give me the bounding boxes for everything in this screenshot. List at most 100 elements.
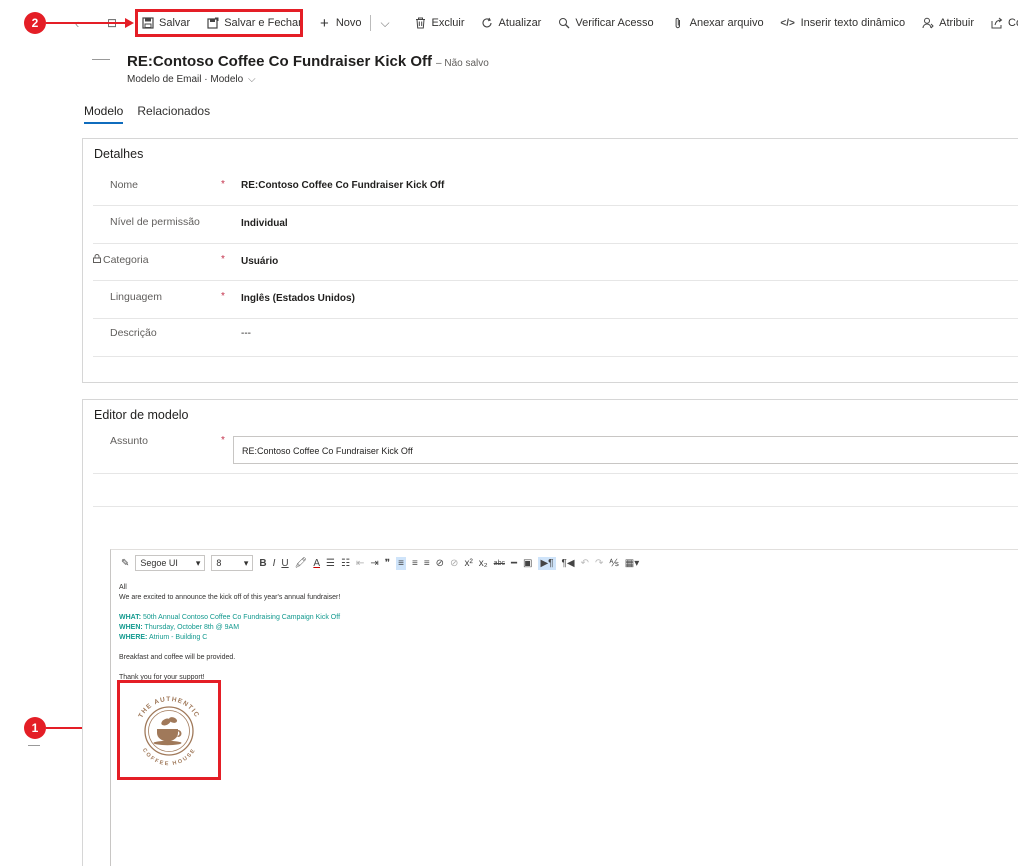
record-subtitle[interactable]: Modelo de Email · Modelo ⌵ bbox=[127, 74, 256, 85]
horizontal-line-icon[interactable]: ━ bbox=[511, 558, 517, 569]
strikethrough-icon[interactable]: abc bbox=[494, 560, 505, 567]
insert-dynamic-text-button[interactable]: </> Inserir texto dinâmico bbox=[780, 17, 906, 30]
field-row-category: Categoria * Usuário bbox=[93, 244, 1018, 281]
refresh-button[interactable]: Atualizar bbox=[481, 17, 541, 30]
font-size-value: 8 bbox=[216, 558, 222, 568]
new-button[interactable]: + Novo bbox=[318, 14, 362, 32]
unsaved-indicator: – Não salvo bbox=[436, 58, 489, 69]
assign-button[interactable]: Atribuir bbox=[921, 17, 974, 30]
trash-icon bbox=[414, 17, 427, 30]
coffee-cup-icon bbox=[153, 717, 182, 746]
name-value[interactable]: RE:Contoso Coffee Co Fundraiser Kick Off bbox=[241, 180, 444, 191]
check-access-label: Verificar Acesso bbox=[575, 17, 654, 29]
required-marker: * bbox=[221, 291, 225, 302]
form-tabs: Modelo Relacionados bbox=[84, 104, 210, 124]
what-line: WHAT: 50th Annual Contoso Coffee Co Fund… bbox=[119, 613, 340, 623]
where-line: WHERE: Atrium - Building C bbox=[119, 633, 340, 643]
redo-icon[interactable]: ↷ bbox=[595, 558, 603, 569]
greeting: All bbox=[119, 584, 127, 591]
underline-icon[interactable]: U bbox=[281, 558, 288, 569]
required-marker: * bbox=[221, 435, 225, 446]
field-label: Nome bbox=[110, 179, 139, 191]
description-value[interactable]: --- bbox=[241, 328, 251, 339]
subject-label: Assunto bbox=[110, 435, 148, 447]
when-label: WHEN: bbox=[119, 624, 143, 631]
rich-text-editor[interactable]: ✎ Segoe UI ▾ 8 ▾ B I U 🖍 A ☰ ☷ ⇤ ⇥ ❞ ≡ ≡ ≡… bbox=[110, 549, 1018, 866]
ltr-icon[interactable]: ▶¶ bbox=[538, 556, 556, 570]
table-icon[interactable]: ▦▾ bbox=[625, 558, 639, 569]
lock-icon bbox=[93, 254, 101, 266]
margin-marker bbox=[28, 745, 40, 746]
tab-model[interactable]: Modelo bbox=[84, 104, 124, 124]
when-line: WHEN: Thursday, October 8th @ 9AM bbox=[119, 623, 340, 633]
person-icon bbox=[921, 17, 934, 30]
field-row-description: Descrição --- bbox=[93, 319, 1018, 357]
link-icon[interactable]: ⊘ bbox=[436, 558, 444, 569]
delete-button[interactable]: Excluir bbox=[414, 17, 465, 30]
subscript-icon[interactable]: x₂ bbox=[479, 558, 488, 569]
assign-label: Atribuir bbox=[939, 17, 974, 29]
font-color-icon[interactable]: A bbox=[313, 558, 320, 569]
field-label: Descrição bbox=[110, 327, 157, 339]
align-center-icon[interactable]: ≡ bbox=[412, 558, 418, 569]
subject-input[interactable]: RE:Contoso Coffee Co Fundraiser Kick Off bbox=[233, 436, 1018, 464]
highlight-color-icon[interactable]: 🖍 bbox=[295, 558, 308, 569]
required-marker: * bbox=[221, 179, 225, 190]
align-right-icon[interactable]: ≡ bbox=[424, 558, 430, 569]
superscript-icon[interactable]: x² bbox=[464, 558, 472, 569]
format-painter-icon[interactable]: ✎ bbox=[121, 558, 129, 569]
check-access-button[interactable]: Verificar Acesso bbox=[557, 17, 654, 30]
new-label: Novo bbox=[335, 17, 362, 29]
numbered-list-icon[interactable]: ☷ bbox=[341, 558, 350, 569]
italic-icon[interactable]: I bbox=[273, 558, 276, 569]
attach-file-button[interactable]: Anexar arquivo bbox=[672, 17, 764, 30]
chevron-down-icon: ▾ bbox=[195, 557, 201, 568]
plus-icon: + bbox=[319, 14, 329, 32]
align-left-icon[interactable]: ≡ bbox=[396, 556, 406, 570]
field-label: Linguagem bbox=[110, 291, 162, 303]
logo-bottom-text: COFFEE HOUSE bbox=[141, 747, 197, 767]
attach-file-label: Anexar arquivo bbox=[689, 17, 764, 29]
what-label: WHAT: bbox=[119, 614, 142, 621]
image-icon[interactable]: ▣ bbox=[523, 558, 532, 569]
category-value[interactable]: Usuário bbox=[241, 256, 278, 267]
details-section: Detalhes Nome * RE:Contoso Coffee Co Fun… bbox=[82, 138, 1018, 383]
email-body[interactable]: All We are excited to announce the kick … bbox=[119, 583, 340, 683]
decrease-indent-icon[interactable]: ⇤ bbox=[356, 558, 364, 569]
quote-icon[interactable]: ❞ bbox=[385, 558, 390, 569]
record-image-placeholder bbox=[92, 59, 110, 60]
permission-value[interactable]: Individual bbox=[241, 218, 288, 229]
field-row-name: Nome * RE:Contoso Coffee Co Fundraiser K… bbox=[93, 169, 1018, 206]
share-button[interactable]: Cor bbox=[990, 17, 1018, 30]
logo-image-highlight[interactable]: THE AUTHENTIC COFFEE HOUSE bbox=[117, 680, 221, 780]
where-text: Atrium - Building C bbox=[148, 634, 208, 641]
rte-toolbar: ✎ Segoe UI ▾ 8 ▾ B I U 🖍 A ☰ ☷ ⇤ ⇥ ❞ ≡ ≡ ≡… bbox=[111, 550, 1018, 576]
intro-text: We are excited to announce the kick off … bbox=[119, 594, 341, 601]
field-row-language: Linguagem * Inglês (Estados Unidos) bbox=[93, 281, 1018, 319]
new-dropdown-chevron[interactable]: ⌵ bbox=[379, 16, 392, 30]
insert-dynamic-text-label: Inserir texto dinâmico bbox=[800, 17, 906, 29]
key-search-icon bbox=[557, 17, 570, 30]
increase-indent-icon[interactable]: ⇥ bbox=[370, 558, 378, 569]
entity-form-selector: Modelo de Email · Modelo bbox=[127, 74, 244, 85]
bold-icon[interactable]: B bbox=[259, 558, 266, 569]
rtl-icon[interactable]: ¶◀ bbox=[562, 558, 575, 569]
divider bbox=[93, 473, 1018, 474]
field-row-permission: Nível de permissão Individual bbox=[93, 206, 1018, 244]
required-marker: * bbox=[221, 254, 225, 265]
when-text: Thursday, October 8th @ 9AM bbox=[144, 624, 240, 631]
tab-related[interactable]: Relacionados bbox=[137, 104, 210, 124]
code-icon: </> bbox=[780, 17, 795, 29]
callout-badge-1: 1 bbox=[24, 717, 46, 739]
where-label: WHERE: bbox=[119, 634, 148, 641]
page-title: RE:Contoso Coffee Co Fundraiser Kick Off… bbox=[127, 53, 489, 70]
clear-formatting-icon[interactable]: ⅍ bbox=[609, 558, 618, 569]
chevron-down-icon: ⌵ bbox=[247, 74, 256, 85]
bulleted-list-icon[interactable]: ☰ bbox=[326, 558, 335, 569]
font-size-select[interactable]: 8 ▾ bbox=[211, 555, 254, 571]
language-value[interactable]: Inglês (Estados Unidos) bbox=[241, 293, 355, 304]
undo-icon[interactable]: ↶ bbox=[581, 558, 589, 569]
font-family-select[interactable]: Segoe UI ▾ bbox=[135, 555, 206, 571]
unlink-icon[interactable]: ⊘ bbox=[450, 558, 458, 569]
